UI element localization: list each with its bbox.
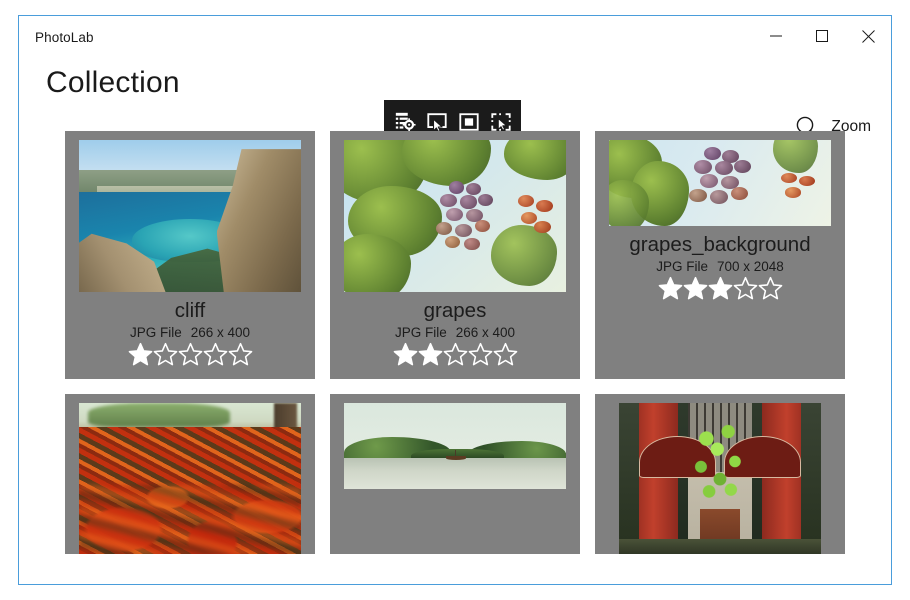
close-icon: [862, 30, 875, 43]
maximize-button[interactable]: [799, 16, 845, 56]
star-filled-icon[interactable]: [683, 276, 708, 301]
list-settings-icon: [394, 111, 416, 133]
thumbnail-container: [609, 403, 831, 554]
star-empty-icon[interactable]: [733, 276, 758, 301]
photo-thumbnail-river: [344, 403, 566, 489]
photo-thumbnail-grapes: [344, 140, 566, 292]
photo-card[interactable]: grapes JPG File 266 x 400: [330, 131, 580, 379]
page-title: Collection: [46, 61, 180, 105]
region-select-icon: [490, 111, 512, 133]
page-header: Collection: [19, 59, 891, 131]
star-empty-icon[interactable]: [443, 342, 468, 367]
cursor-select-icon: [426, 111, 448, 133]
star-empty-icon[interactable]: [468, 342, 493, 367]
photo-card[interactable]: [65, 394, 315, 554]
star-rating[interactable]: [128, 342, 253, 367]
title-bar: PhotoLab: [19, 16, 891, 59]
photo-thumbnail-leaves: [79, 403, 301, 554]
photo-title: grapes: [424, 298, 487, 324]
photo-thumbnail-cliff: [79, 140, 301, 292]
photo-card[interactable]: grapes_background JPG File 700 x 2048: [595, 131, 845, 379]
star-filled-icon[interactable]: [418, 342, 443, 367]
star-filled-icon[interactable]: [708, 276, 733, 301]
star-empty-icon[interactable]: [153, 342, 178, 367]
photo-meta: JPG File 266 x 400: [130, 325, 250, 340]
close-button[interactable]: [845, 16, 891, 56]
star-rating[interactable]: [658, 276, 783, 301]
thumbnail-container: [609, 140, 831, 226]
photo-card[interactable]: [330, 394, 580, 554]
application-window: PhotoLab: [18, 15, 892, 585]
star-rating[interactable]: [393, 342, 518, 367]
photo-card[interactable]: [595, 394, 845, 554]
photo-dimensions: 266 x 400: [456, 325, 515, 340]
photo-dimensions: 700 x 2048: [717, 259, 784, 274]
photo-dimensions: 266 x 400: [191, 325, 250, 340]
star-empty-icon[interactable]: [203, 342, 228, 367]
thumbnail-container: [344, 140, 566, 292]
maximize-icon: [816, 30, 828, 42]
minimize-icon: [770, 30, 782, 42]
photo-file-type: JPG File: [395, 325, 447, 340]
star-filled-icon[interactable]: [128, 342, 153, 367]
star-empty-icon[interactable]: [758, 276, 783, 301]
star-empty-icon[interactable]: [493, 342, 518, 367]
star-filled-icon[interactable]: [658, 276, 683, 301]
photo-card[interactable]: cliff JPG File 266 x 400: [65, 131, 315, 379]
square-frame-icon: [458, 111, 480, 133]
star-empty-icon[interactable]: [178, 342, 203, 367]
app-root: PhotoLab: [0, 0, 910, 600]
star-empty-icon[interactable]: [228, 342, 253, 367]
thumbnail-container: [79, 140, 301, 292]
thumbnail-container: [344, 403, 566, 489]
photo-file-type: JPG File: [130, 325, 182, 340]
photo-title: cliff: [175, 298, 205, 324]
photo-thumbnail-grapes-background: [609, 140, 831, 226]
photo-meta: JPG File 700 x 2048: [656, 259, 784, 274]
minimize-button[interactable]: [753, 16, 799, 56]
window-controls: [753, 16, 891, 56]
photo-file-type: JPG File: [656, 259, 708, 274]
photo-title: grapes_background: [629, 232, 810, 258]
photo-thumbnail-temple: [619, 403, 821, 554]
window-title: PhotoLab: [35, 30, 94, 45]
photo-gallery[interactable]: cliff JPG File 266 x 400: [19, 131, 891, 584]
thumbnail-container: [79, 403, 301, 554]
photo-grid: cliff JPG File 266 x 400: [19, 131, 891, 554]
star-filled-icon[interactable]: [393, 342, 418, 367]
photo-meta: JPG File 266 x 400: [395, 325, 515, 340]
